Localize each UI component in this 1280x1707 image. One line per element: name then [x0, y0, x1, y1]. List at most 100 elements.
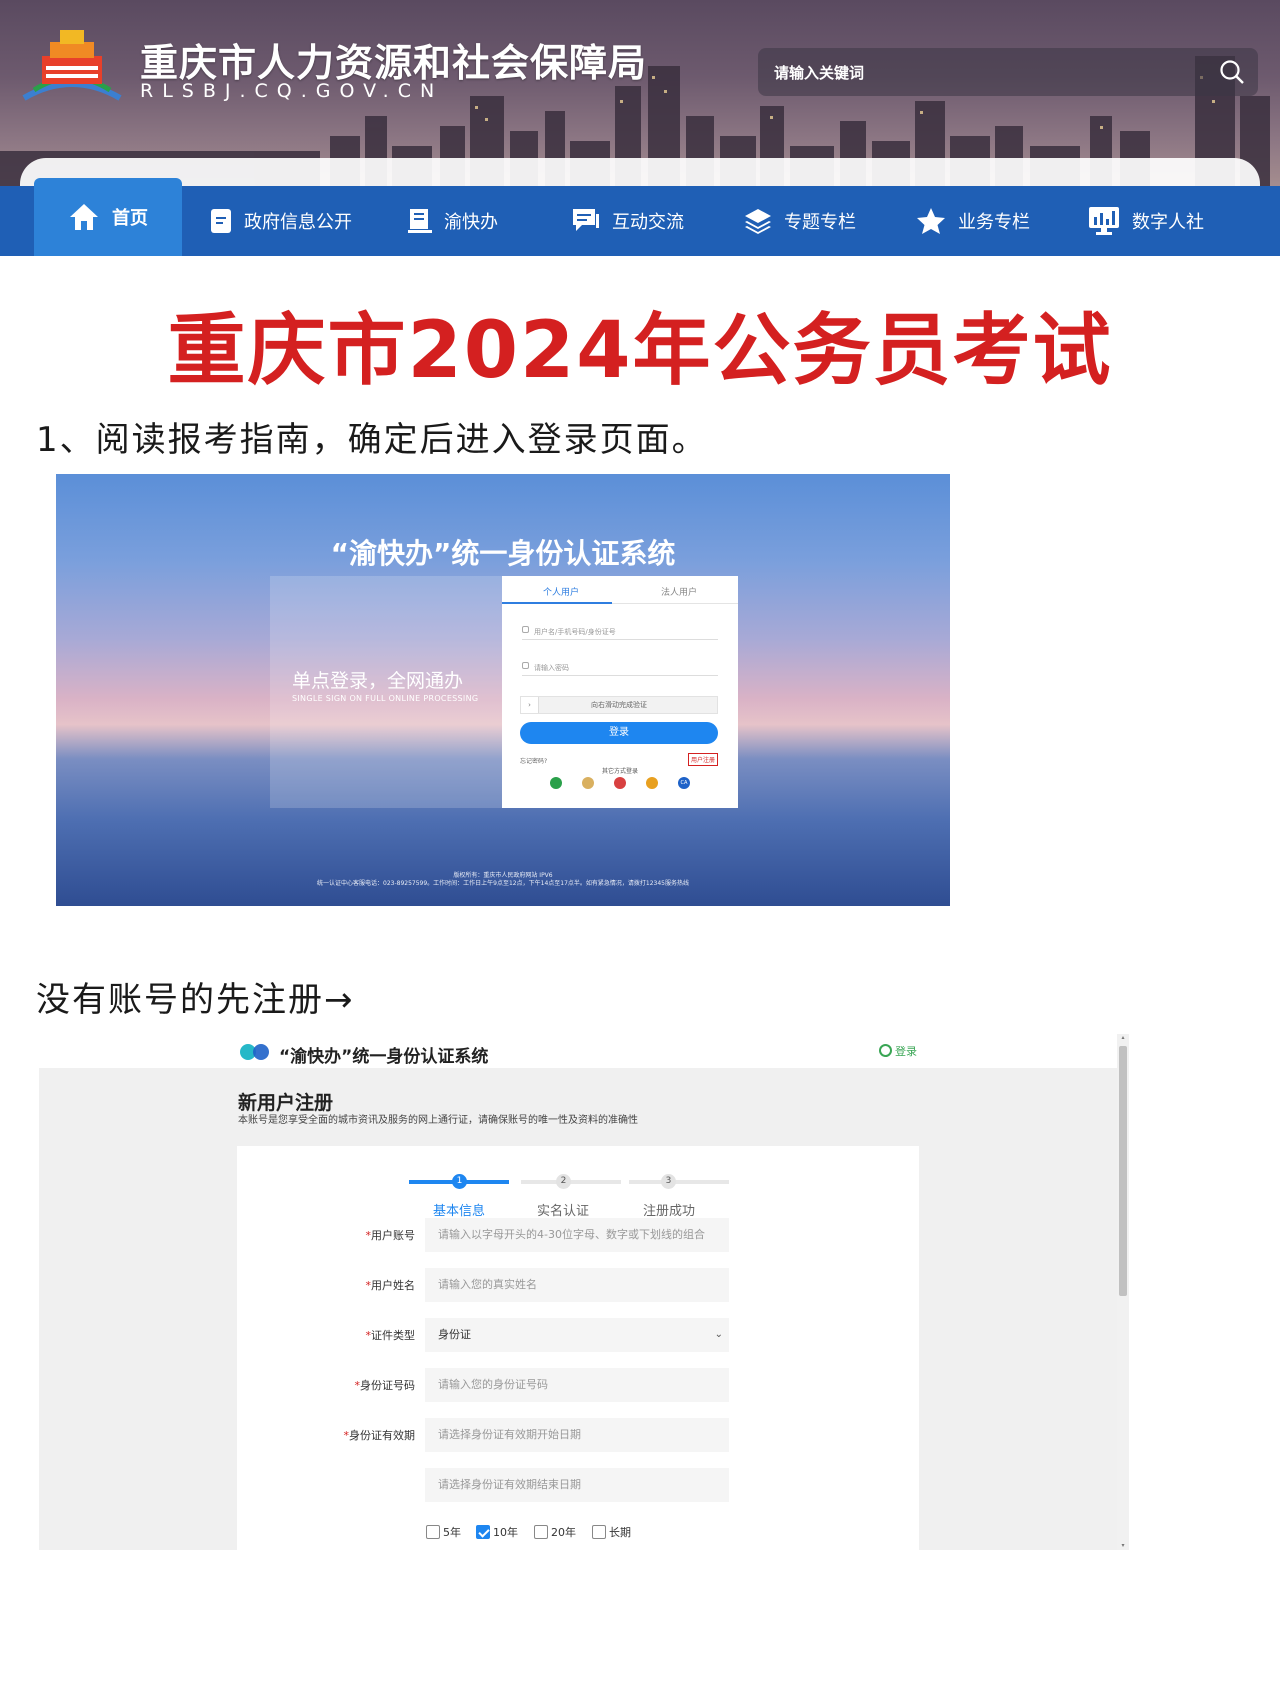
checkbox-checked[interactable] — [476, 1525, 490, 1539]
slider-handle-icon[interactable]: › — [521, 697, 539, 713]
promo-title: 单点登录，全网通办 — [292, 670, 464, 692]
slide-verification[interactable]: › 向右滑动完成验证 — [520, 696, 718, 714]
register-form-panel: 1 2 3 基本信息 实名认证 注册成功 *用户账号 请输入以字母开头的4-30… — [237, 1146, 919, 1550]
step-number: 3 — [661, 1174, 676, 1189]
site-domain: RLSBJ.CQ.GOV.CN — [140, 80, 444, 102]
active-tab-indicator — [502, 602, 612, 604]
other-login-label: 其它方式登录 — [601, 768, 638, 775]
register-system-name: “渝快办”统一身份认证系统 — [279, 1047, 489, 1067]
user-icon — [522, 626, 529, 633]
step-label: 注册成功 — [642, 1204, 695, 1219]
search-placeholder: 请输入关键词 — [774, 64, 865, 82]
account-label: *用户账号 — [365, 1229, 416, 1242]
id-type-row: *证件类型 身份证 ⌄ — [237, 1318, 919, 1352]
id-type-select[interactable]: 身份证 ⌄ — [425, 1318, 729, 1352]
home-icon — [70, 204, 98, 230]
page-scrollbar[interactable]: ▴ ▾ — [1117, 1034, 1129, 1550]
nav-label: 渝快办 — [444, 212, 498, 233]
id-type-value: 身份证 — [438, 1328, 471, 1341]
id-number-row: *身份证号码 请输入您的身份证号码 — [237, 1368, 919, 1402]
emblem-icon[interactable] — [646, 777, 658, 789]
step-label: 基本信息 — [432, 1204, 485, 1219]
main-nav: 首页 政府信息公开 渝快办 互动交流 专题专栏 业务专栏 数字人社 — [0, 178, 1280, 256]
password-placeholder: 请输入密码 — [534, 664, 569, 672]
monitor-icon — [1089, 207, 1119, 235]
chat-icon — [573, 209, 599, 231]
id-type-label: *证件类型 — [365, 1329, 416, 1342]
register-screenshot: “渝快办”统一身份认证系统 登录 新用户注册 本账号是您享受全面的城市资讯及服务… — [39, 1034, 1129, 1550]
tab-legal-user[interactable]: 法人用户 — [620, 585, 738, 598]
login-screenshot: “渝快办”统一身份认证系统 单点登录，全网通办 SINGLE SIGN ON F… — [56, 474, 950, 906]
nav-item-special-topics[interactable]: 专题专栏 — [744, 186, 856, 256]
name-input[interactable]: 请输入您的真实姓名 — [425, 1268, 729, 1302]
nav-label: 政府信息公开 — [244, 212, 352, 233]
bureau-logo — [22, 30, 122, 101]
step2-instruction: 没有账号的先注册→ — [36, 980, 355, 1020]
nav-label: 互动交流 — [612, 212, 684, 233]
document-icon — [211, 209, 231, 233]
nav-item-interaction[interactable]: 互动交流 — [572, 186, 684, 256]
username-placeholder: 用户名/手机号码/身份证号 — [534, 628, 616, 636]
validity-option-10y[interactable]: 10年 — [476, 1524, 518, 1540]
register-topbar: “渝快办”统一身份认证系统 登录 — [39, 1034, 1117, 1068]
scrollbar-thumb[interactable] — [1119, 1046, 1127, 1296]
wechat-icon[interactable] — [550, 777, 562, 789]
register-login-link[interactable]: 登录 — [879, 1043, 917, 1059]
id-validity-end-row: 请选择身份证有效期结束日期 — [237, 1468, 919, 1502]
promo-subtitle: SINGLE SIGN ON FULL ONLINE PROCESSING — [292, 694, 479, 703]
step-bar — [521, 1180, 621, 1184]
scroll-down-icon[interactable]: ▾ — [1119, 1542, 1127, 1550]
nav-label: 首页 — [112, 208, 148, 229]
ca-icon[interactable]: CA — [678, 777, 690, 789]
checkbox[interactable] — [592, 1525, 606, 1539]
search-input[interactable]: 请输入关键词 — [758, 48, 1258, 96]
search-icon[interactable] — [1218, 58, 1246, 86]
step-number: 2 — [556, 1174, 571, 1189]
nav-item-home[interactable]: 首页 — [34, 178, 182, 256]
clipboard-icon — [408, 209, 432, 233]
star-icon — [917, 208, 945, 234]
site-header: 重庆市人力资源和社会保障局 RLSBJ.CQ.GOV.CN 请输入关键词 首页 … — [0, 0, 1280, 256]
step-label: 实名认证 — [536, 1204, 589, 1219]
step-bar — [629, 1180, 729, 1184]
nav-label: 专题专栏 — [784, 212, 856, 233]
validity-end-date-input[interactable]: 请选择身份证有效期结束日期 — [425, 1468, 729, 1502]
user-register-link[interactable]: 用户注册 — [688, 753, 719, 766]
service-line-text: 统一认证中心客服电话：023-89257599。工作时间：工作日上午9点至12点… — [317, 880, 689, 887]
login-form-card: 个人用户 法人用户 用户名/手机号码/身份证号 请输入密码 › 向右滑动完成验证… — [502, 576, 738, 808]
name-row: *用户姓名 请输入您的真实姓名 — [237, 1268, 919, 1302]
nav-item-gov-info[interactable]: 政府信息公开 — [210, 186, 352, 256]
lock-icon — [522, 662, 529, 669]
forgot-password-link[interactable]: 忘记密码? — [520, 756, 547, 765]
copyright-text: 版权所有：重庆市人民政府网站 IPV6 — [453, 872, 553, 879]
login-link-label: 登录 — [895, 1045, 917, 1058]
validity-option-5y[interactable]: 5年 — [426, 1524, 461, 1540]
account-input[interactable]: 请输入以字母开头的4-30位字母、数字或下划线的组合 — [425, 1218, 729, 1252]
validity-option-long-term[interactable]: 长期 — [592, 1524, 631, 1540]
layers-icon — [745, 209, 771, 234]
tab-personal-user[interactable]: 个人用户 — [502, 585, 620, 598]
login-button[interactable]: 登录 — [520, 722, 718, 744]
account-row: *用户账号 请输入以字母开头的4-30位字母、数字或下划线的组合 — [237, 1218, 919, 1252]
validity-option-20y[interactable]: 20年 — [534, 1524, 576, 1540]
username-field[interactable]: 用户名/手机号码/身份证号 — [522, 620, 718, 640]
nav-label: 业务专栏 — [958, 212, 1030, 233]
id-number-input[interactable]: 请输入您的身份证号码 — [425, 1368, 729, 1402]
nav-item-yukuaiban[interactable]: 渝快办 — [408, 186, 498, 256]
scroll-up-icon[interactable]: ▴ — [1119, 1034, 1127, 1042]
checkbox[interactable] — [426, 1525, 440, 1539]
slider-text: 向右滑动完成验证 — [591, 701, 647, 709]
validity-options: 5年 10年 20年 长期 — [426, 1524, 726, 1540]
gov-app-icon[interactable] — [582, 777, 594, 789]
nav-item-digital-hrss[interactable]: 数字人社 — [1088, 186, 1204, 256]
password-field[interactable]: 请输入密码 — [522, 656, 718, 676]
nav-label: 数字人社 — [1132, 212, 1204, 233]
validity-start-date-input[interactable]: 请选择身份证有效期开始日期 — [425, 1418, 729, 1452]
checkbox[interactable] — [534, 1525, 548, 1539]
register-subheading: 本账号是您享受全面的城市资讯及服务的网上通行证，请确保账号的唯一性及资料的准确性 — [238, 1115, 638, 1126]
bank-icon[interactable] — [614, 777, 626, 789]
page-headline: 重庆市2024年公务员考试 — [167, 306, 1113, 396]
login-system-title: “渝快办”统一身份认证系统 — [330, 537, 676, 570]
yukuaiban-logo — [240, 1044, 269, 1060]
nav-item-business[interactable]: 业务专栏 — [916, 186, 1030, 256]
